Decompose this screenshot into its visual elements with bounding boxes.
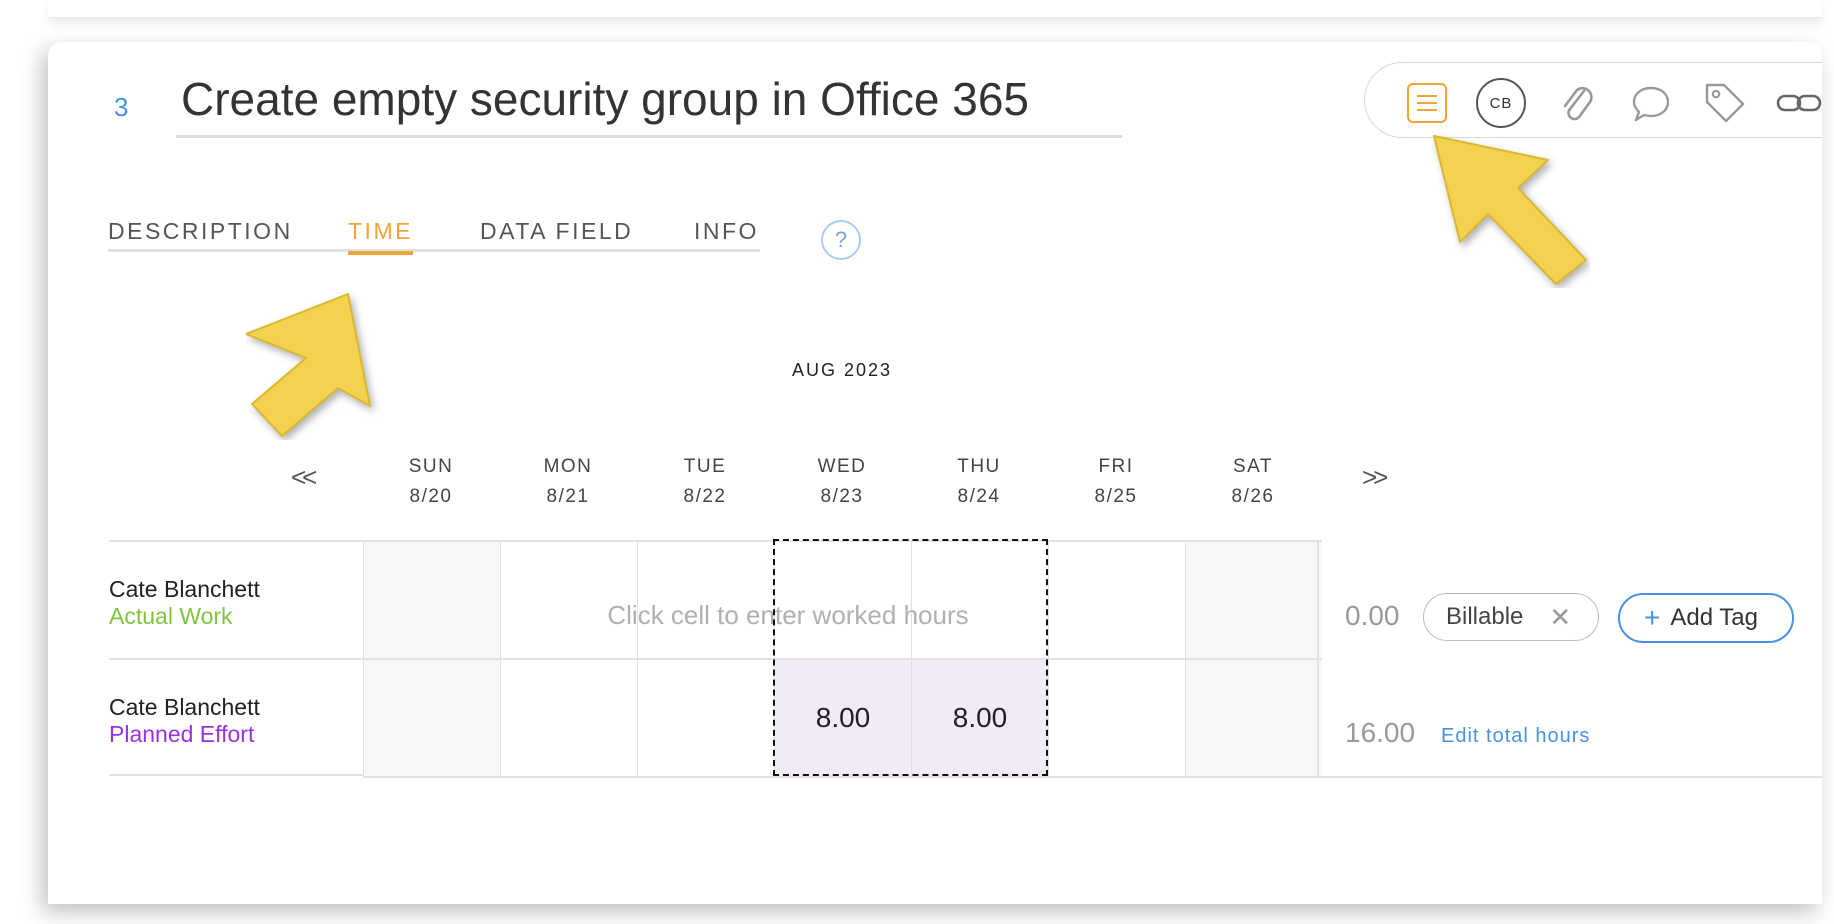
list-icon <box>1407 83 1447 123</box>
add-tag-button[interactable]: + Add Tag <box>1618 593 1794 643</box>
tag-icon <box>1705 83 1745 123</box>
day-header-wed: WED 8/23 <box>774 452 910 512</box>
day-header-thu: THU 8/24 <box>911 452 1047 512</box>
actual-cell-sun[interactable] <box>363 540 500 658</box>
tab-info[interactable]: INFO <box>694 218 759 252</box>
row-label-actual: Cate Blanchett Actual Work <box>109 540 363 656</box>
day-date: 8/25 <box>1094 486 1138 507</box>
planned-cell-wed[interactable]: 8.00 <box>774 658 911 776</box>
day-header-mon: MON 8/21 <box>500 452 636 512</box>
planned-cell-fri[interactable] <box>1048 658 1185 776</box>
assignee-avatar[interactable]: CB <box>1475 77 1527 129</box>
tag-button[interactable] <box>1699 77 1751 129</box>
tab-data-field[interactable]: DATA FIELD <box>480 218 633 252</box>
link-icon <box>1776 94 1822 112</box>
task-card: 3 Create empty security group in Office … <box>48 42 1822 904</box>
tab-description[interactable]: DESCRIPTION <box>108 218 293 252</box>
row-label-planned: Cate Blanchett Planned Effort <box>109 658 363 776</box>
tab-bar: DESCRIPTION TIME DATA FIELD INFO <box>108 218 760 255</box>
billable-label: Billable <box>1446 603 1524 630</box>
person-name: Cate Blanchett <box>109 576 260 602</box>
task-title-input[interactable]: Create empty security group in Office 36… <box>176 72 1122 138</box>
details-button[interactable] <box>1401 77 1453 129</box>
actual-cell-tue[interactable] <box>637 540 774 658</box>
actual-cell-thu[interactable] <box>911 540 1048 658</box>
prev-week-button[interactable]: << <box>291 462 317 493</box>
day-header-sun: SUN 8/20 <box>363 452 499 512</box>
day-date: 8/20 <box>409 486 453 507</box>
day-name: WED <box>817 456 867 477</box>
month-label: AUG 2023 <box>792 360 893 380</box>
day-header-fri: FRI 8/25 <box>1048 452 1184 512</box>
day-name: SAT <box>1232 456 1274 477</box>
day-name: MON <box>543 456 593 477</box>
planned-cell-tue[interactable] <box>637 658 774 776</box>
actual-cell-fri[interactable] <box>1048 540 1185 658</box>
next-week-button[interactable]: >> <box>1362 462 1388 493</box>
actual-total: 0.00 <box>1345 600 1400 631</box>
help-button[interactable]: ? <box>821 220 861 260</box>
day-date: 8/24 <box>957 486 1001 507</box>
day-date: 8/26 <box>1231 486 1275 507</box>
planned-cell-sat[interactable] <box>1185 658 1322 776</box>
comment-icon <box>1632 86 1670 122</box>
row-kind: Planned Effort <box>109 721 255 747</box>
avatar: CB <box>1476 78 1526 128</box>
planned-cell-mon[interactable] <box>500 658 637 776</box>
day-header-sat: SAT 8/26 <box>1185 452 1321 512</box>
add-tag-label: Add Tag <box>1670 604 1758 631</box>
billable-chip[interactable]: Billable ✕ <box>1423 593 1599 641</box>
plus-icon: + <box>1644 602 1661 633</box>
task-toolbar: CB <box>1364 62 1822 138</box>
row-kind: Actual Work <box>109 603 233 629</box>
planned-total: 16.00 <box>1345 717 1416 748</box>
planned-cell-thu[interactable]: 8.00 <box>911 658 1048 776</box>
actual-cell-wed[interactable] <box>774 540 911 658</box>
day-date: 8/22 <box>683 486 727 507</box>
link-button[interactable] <box>1773 77 1822 129</box>
tab-time[interactable]: TIME <box>348 218 413 255</box>
person-name: Cate Blanchett <box>109 694 260 720</box>
day-name: THU <box>957 456 1001 477</box>
comment-button[interactable] <box>1625 77 1677 129</box>
attachment-button[interactable] <box>1551 77 1603 129</box>
actual-cell-sat[interactable] <box>1185 540 1322 658</box>
day-name: TUE <box>683 456 727 477</box>
grid-bottom-border <box>363 776 1822 778</box>
paperclip-icon <box>1563 86 1593 121</box>
actual-cell-mon[interactable] <box>500 540 637 658</box>
previous-card-edge <box>48 0 1822 18</box>
edit-total-hours-link[interactable]: Edit total hours <box>1441 725 1590 748</box>
day-name: FRI <box>1098 456 1134 477</box>
task-number: 3 <box>114 92 129 122</box>
close-icon[interactable]: ✕ <box>1549 602 1571 633</box>
planned-cell-sun[interactable] <box>363 658 500 776</box>
day-date: 8/21 <box>546 486 590 507</box>
day-header-tue: TUE 8/22 <box>637 452 773 512</box>
day-date: 8/23 <box>820 486 864 507</box>
grid-divider <box>1317 540 1319 778</box>
day-name: SUN <box>408 456 454 477</box>
